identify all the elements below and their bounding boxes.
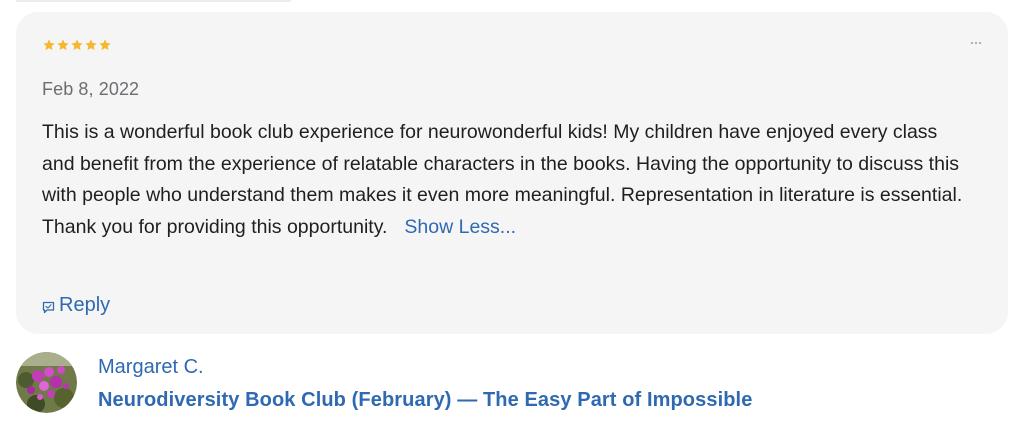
event-link[interactable]: Neurodiversity Book Club (February) — Th…	[98, 389, 752, 412]
review-text-container: This is a wonderful book club experience…	[42, 117, 972, 243]
review-date: Feb 8, 2022	[42, 79, 140, 99]
author-name[interactable]: Margaret C.	[98, 356, 204, 379]
review-card: Feb 8, 2022 This is a wonderful book clu…	[16, 12, 1008, 334]
star-rating	[42, 38, 112, 52]
speech-bubble-icon	[42, 301, 55, 313]
ellipsis-icon	[971, 42, 973, 44]
reply-label: Reply	[59, 294, 111, 316]
star-icon	[99, 39, 111, 50]
avatar[interactable]	[16, 352, 77, 413]
more-options-button[interactable]	[966, 36, 986, 50]
star-icon	[43, 39, 55, 50]
divider	[16, 0, 291, 2]
star-icon	[71, 39, 83, 50]
ellipsis-dot	[979, 42, 981, 44]
star-icon	[57, 39, 69, 50]
reply-button[interactable]: Reply	[42, 294, 110, 317]
star-icon	[85, 39, 97, 50]
show-less-link[interactable]: Show Less...	[404, 216, 516, 238]
ellipsis-dot	[975, 42, 977, 44]
